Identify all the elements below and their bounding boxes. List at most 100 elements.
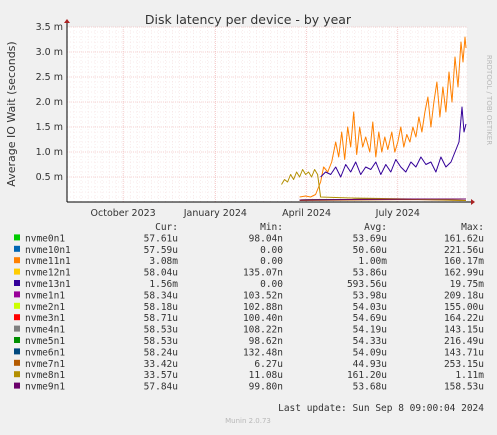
legend-swatch (14, 234, 20, 241)
legend-value: 53.98u (353, 290, 387, 301)
x-tick-label: January 2024 (183, 208, 247, 219)
legend-value: 57.84u (144, 382, 178, 393)
legend-value: 132.48n (243, 347, 283, 358)
legend-value: 33.42u (144, 359, 178, 370)
legend-value: 1.11m (455, 370, 484, 381)
legend-value: 135.07n (243, 268, 283, 279)
legend-value: 58.04u (144, 268, 178, 279)
legend-value: 58.18u (144, 302, 178, 313)
legend-value: 209.18u (444, 290, 484, 301)
legend-series-name: nvme4n1 (25, 325, 65, 336)
legend-series-name: nvme9n1 (25, 382, 65, 393)
y-tick-label: 3.0 m (36, 47, 63, 58)
legend-value: 53.86u (353, 268, 387, 279)
legend-value: 57.61u (144, 233, 178, 244)
legend-series-name: nvme13n1 (25, 279, 71, 290)
legend-value: 161.20u (347, 370, 387, 381)
legend-value: 100.40n (243, 313, 283, 324)
legend-header: Max: (461, 222, 484, 233)
legend-series-name: nvme3n1 (25, 313, 65, 324)
legend-value: 161.62u (444, 233, 484, 244)
legend-value: 19.75m (450, 279, 485, 290)
chart-svg: Disk latency per device - by year RRDTOO… (0, 0, 497, 431)
legend-header: Avg: (364, 222, 387, 233)
legend-swatch (14, 268, 20, 275)
legend-swatch (14, 257, 20, 264)
legend-value: 162.99u (444, 268, 484, 279)
legend-value: 58.24u (144, 347, 178, 358)
legend-value: 0.00 (260, 279, 283, 290)
legend-value: 50.60u (353, 245, 387, 256)
legend-value: 33.57u (144, 370, 178, 381)
x-tick-label: October 2023 (91, 208, 156, 219)
legend-swatch (14, 314, 20, 321)
legend-value: 1.00m (358, 256, 387, 267)
legend-value: 143.71u (444, 347, 484, 358)
legend-series-name: nvme12n1 (25, 268, 71, 279)
legend-value: 57.59u (144, 245, 178, 256)
y-tick-label: 2.5 m (36, 72, 63, 83)
munin-version: Munin 2.0.73 (225, 417, 271, 425)
legend-value: 0.00 (260, 256, 283, 267)
legend-value: 155.00u (444, 302, 484, 313)
rrdtool-watermark: RRDTOOL / TOBI OETIKER (485, 55, 493, 145)
legend-series-name: nvme5n1 (25, 336, 65, 347)
legend-swatch (14, 348, 20, 355)
legend-value: 54.09u (353, 347, 387, 358)
legend-value: 98.62n (249, 336, 283, 347)
legend-value: 221.56u (444, 245, 484, 256)
legend-series-name: nvme1n1 (25, 290, 65, 301)
munin-graph: Disk latency per device - by year RRDTOO… (0, 0, 497, 431)
legend-value: 58.53u (144, 336, 178, 347)
legend-series-name: nvme2n1 (25, 302, 65, 313)
y-tick-label: 1.5 m (36, 122, 63, 133)
x-tick-label: July 2024 (375, 208, 420, 219)
y-axis-label: Average IO Wait (seconds) (5, 41, 18, 186)
legend-value: 108.22n (243, 325, 283, 336)
legend-series-name: nvme0n1 (25, 233, 65, 244)
y-tick-label: 0.5 m (36, 172, 63, 183)
legend-swatch (14, 302, 20, 309)
legend-value: 3.08m (149, 256, 178, 267)
legend-series-name: nvme7n1 (25, 359, 65, 370)
legend-header: Min: (260, 222, 283, 233)
legend-value: 158.53u (444, 382, 484, 393)
legend-value: 216.49u (444, 336, 484, 347)
legend-value: 0.00 (260, 245, 283, 256)
legend-value: 6.27u (254, 359, 283, 370)
legend-swatch (14, 245, 20, 252)
legend-value: 54.19u (353, 325, 387, 336)
legend-value: 53.68u (353, 382, 387, 393)
y-tick-label: 1.0 m (36, 147, 63, 158)
legend-value: 44.93u (353, 359, 387, 370)
legend-swatch (14, 337, 20, 343)
legend-value: 58.34u (144, 290, 178, 301)
y-tick-label: 2.0 m (36, 97, 63, 108)
legend-value: 1.56m (149, 279, 178, 290)
legend-swatch (14, 359, 20, 366)
legend-value: 98.04n (249, 233, 283, 244)
legend-value: 58.53u (144, 325, 178, 336)
legend-value: 99.80n (249, 382, 283, 393)
legend-value: 54.69u (353, 313, 387, 324)
legend-swatch (14, 280, 20, 286)
legend-value: 593.56u (347, 279, 387, 290)
y-tick-label: 3.5 m (36, 22, 63, 33)
legend-header: Cur: (155, 222, 178, 233)
legend-value: 53.69u (353, 233, 387, 244)
legend-swatch (14, 325, 20, 332)
last-update-text: Last update: Sun Sep 8 09:00:04 2024 (278, 403, 484, 414)
legend-value: 54.03u (353, 302, 387, 313)
chart-title: Disk latency per device - by year (145, 12, 352, 27)
legend-value: 11.08u (249, 370, 283, 381)
legend-series-name: nvme11n1 (25, 256, 71, 267)
legend-series-name: nvme10n1 (25, 245, 71, 256)
legend-value: 164.22u (444, 313, 484, 324)
legend-series-name: nvme8n1 (25, 370, 65, 381)
legend-value: 54.33u (353, 336, 387, 347)
legend-value: 58.71u (144, 313, 178, 324)
legend-swatch (14, 371, 20, 378)
legend-value: 160.17m (444, 256, 484, 267)
legend-swatch (14, 382, 20, 389)
legend-series-name: nvme6n1 (25, 347, 65, 358)
